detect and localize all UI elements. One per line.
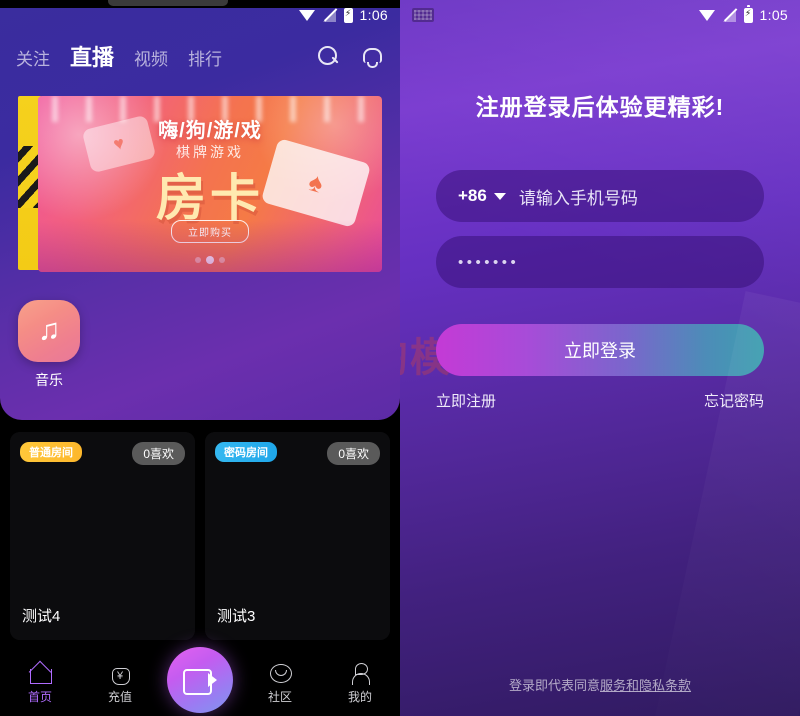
home-icon [29,662,52,684]
banner-cta-button[interactable]: 立即购买 [171,220,249,243]
battery-charging-icon [743,5,753,23]
banner-dot-active[interactable] [206,256,214,264]
tab-video[interactable]: 视频 [134,45,168,70]
password-input-row[interactable]: ••••••• [436,236,764,288]
login-screen: 1:05 注册登录后体验更精彩! +86 请输入手机号码 ••••••• 一淘模… [400,0,800,716]
bell-icon[interactable] [361,46,382,68]
no-signal-icon [322,8,337,22]
status-bar-right: 1:05 [400,0,800,30]
tabbar-label: 首页 [27,689,52,704]
room-card[interactable]: 普通房间 0喜欢 测试4 [10,432,195,640]
video-camera-icon [183,669,217,695]
room-title: 测试4 [22,608,61,625]
start-live-button[interactable] [167,647,233,713]
status-bar-right-slot: 1:06 [298,5,388,23]
terms-notice: 登录即代表同意服务和隐私条款 [400,675,800,694]
promo-banner-carousel[interactable]: ♥ ♠ 嗨/狗/游/戏 棋牌游戏 房卡 立即购买 [0,88,400,280]
user-icon [349,662,371,685]
login-button[interactable]: 立即登录 [436,324,764,376]
register-link[interactable]: 立即注册 [436,390,496,411]
category-item-music[interactable]: ♫ 音乐 [18,300,80,390]
tabbar-label: 充值 [107,689,132,704]
status-bar-time: 1:05 [759,7,788,23]
banner-dot[interactable] [219,257,225,263]
home-header-panel: 1:06 关注 直播 视频 排行 ♥ ♠ [0,0,400,420]
bottom-tab-bar: 首页 充值 社区 我的 [0,647,400,716]
tabbar-item-recharge[interactable]: 充值 [80,662,160,705]
category-label: 音乐 [35,372,63,388]
chevron-down-icon[interactable] [493,192,506,200]
top-navigation: 关注 直播 视频 排行 [0,32,400,80]
music-note-icon: ♫ [18,300,80,362]
tab-follow[interactable]: 关注 [16,45,50,70]
room-type-badge: 密码房间 [215,442,277,462]
chat-bubble-icon [269,662,292,684]
room-like-count: 0喜欢 [132,442,185,465]
status-bar-right-slot: 1:05 [698,5,788,23]
terms-link[interactable]: 服务和隐私条款 [600,678,691,693]
tab-live[interactable]: 直播 [70,40,114,72]
banner-headline: 嗨/狗/游/戏 [158,120,262,142]
wifi-icon [298,9,316,22]
banner-title: 房卡 [156,170,264,226]
country-code-value[interactable]: +86 [458,186,487,206]
keyboard-icon [412,8,434,22]
room-type-badge: 普通房间 [20,442,82,462]
tabbar-label: 我的 [347,689,372,704]
battery-charging-icon [343,5,353,23]
tabbar-item-home[interactable]: 首页 [0,662,80,705]
no-signal-icon [722,8,737,22]
dual-screen-container: 1:06 关注 直播 视频 排行 ♥ ♠ [0,0,800,716]
login-title: 注册登录后体验更精彩! [475,94,725,120]
promo-banner-slide[interactable]: ♥ ♠ 嗨/狗/游/戏 棋牌游戏 房卡 立即购买 [38,96,382,272]
phone-input-placeholder[interactable]: 请输入手机号码 [519,184,638,209]
wifi-icon [698,9,716,22]
top-tab-list: 关注 直播 视频 排行 [16,40,318,72]
device-notch [0,0,400,8]
password-input-value[interactable]: ••••••• [458,254,519,271]
tabbar-label: 社区 [267,689,292,704]
status-bar-left-slot [412,8,699,22]
room-title: 测试3 [217,608,256,625]
tabbar-item-profile[interactable]: 我的 [320,662,400,705]
terms-prefix: 登录即代表同意 [508,678,600,693]
status-bar-time: 1:06 [359,7,388,23]
top-nav-icons [318,45,384,68]
money-bag-icon [109,662,131,685]
music-note-glyph: ♫ [37,313,61,347]
banner-dot[interactable] [195,257,201,263]
room-card-list: 普通房间 0喜欢 测试4 密码房间 0喜欢 测试3 [0,432,400,640]
room-like-count: 0喜欢 [327,442,380,465]
search-icon[interactable] [318,45,339,67]
tabbar-item-community[interactable]: 社区 [240,662,320,705]
category-row: ♫ 音乐 [0,300,400,390]
banner-pagination[interactable] [38,256,382,264]
tab-ranking[interactable]: 排行 [188,45,222,70]
phone-input-row[interactable]: +86 请输入手机号码 [436,170,764,222]
forgot-password-link[interactable]: 忘记密码 [704,390,764,411]
home-screen: 1:06 关注 直播 视频 排行 ♥ ♠ [0,0,400,716]
room-card[interactable]: 密码房间 0喜欢 测试3 [205,432,390,640]
